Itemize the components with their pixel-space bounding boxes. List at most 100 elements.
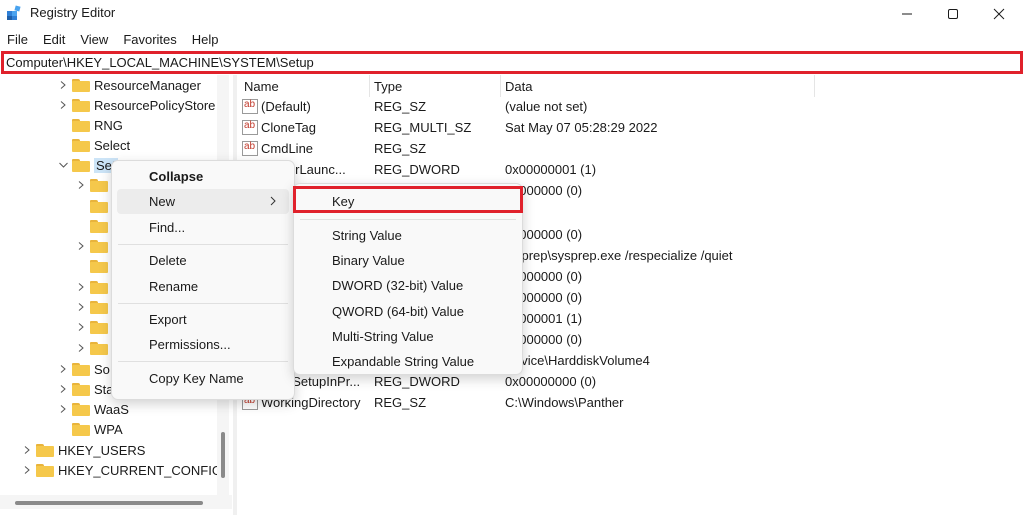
string-value-icon — [242, 99, 258, 114]
tree-item-setup-child[interactable] — [76, 175, 112, 195]
tree-horizontal-scroll-thumb[interactable] — [15, 501, 203, 505]
menu-item-dword-value[interactable]: DWORD (32-bit) Value — [299, 273, 517, 298]
column-divider[interactable] — [369, 75, 370, 97]
chevron-right-icon[interactable] — [76, 282, 86, 292]
menu-item-label: Export — [149, 312, 187, 327]
menu-item-collapse[interactable]: Collapse — [117, 164, 289, 189]
menu-favorites[interactable]: Favorites — [116, 29, 184, 51]
folder-icon — [90, 259, 108, 273]
string-value-icon — [242, 141, 258, 156]
menu-separator — [300, 219, 516, 220]
menu-item-label: Expandable String Value — [332, 354, 475, 369]
context-menu: Collapse New Find... Delete Rename Expor… — [111, 160, 295, 400]
menu-item-label: Rename — [149, 279, 199, 294]
chevron-right-icon[interactable] — [76, 302, 86, 312]
tree-item-resourcepolicystore[interactable]: ResourcePolicyStore — [58, 95, 215, 115]
menu-item-label: New — [149, 194, 176, 209]
menu-item-label: Delete — [149, 253, 187, 268]
folder-open-icon — [72, 158, 90, 172]
folder-icon — [90, 300, 108, 314]
table-row[interactable]: nSetupInPr... REG_DWORD 0x00000000 (0) — [238, 372, 1024, 392]
menu-item-binary-value[interactable]: Binary Value — [299, 248, 517, 273]
chevron-right-icon[interactable] — [58, 100, 68, 110]
column-header-type[interactable]: Type — [374, 79, 402, 94]
chevron-down-icon[interactable] — [58, 160, 68, 170]
table-row[interactable]: (Default) REG_SZ (value not set) — [238, 97, 1024, 117]
column-divider[interactable] — [500, 75, 501, 97]
menu-item-expandable-string-value[interactable]: Expandable String Value — [299, 349, 517, 374]
menu-item-copy-key-name[interactable]: Copy Key Name — [117, 366, 289, 391]
table-row[interactable]: CmdLine REG_SZ — [238, 139, 1024, 159]
column-divider[interactable] — [814, 75, 815, 97]
chevron-right-icon[interactable] — [76, 343, 86, 353]
address-bar[interactable]: Computer\HKEY_LOCAL_MACHINE\SYSTEM\Setup — [1, 51, 1023, 74]
tree-item-setup-child[interactable] — [90, 256, 112, 276]
menu-separator — [118, 244, 288, 245]
menu-item-qword-value[interactable]: QWORD (64-bit) Value — [299, 299, 517, 324]
menu-help[interactable]: Help — [185, 29, 227, 51]
folder-icon — [72, 382, 90, 396]
maximize-button[interactable] — [930, 0, 976, 28]
folder-icon — [90, 199, 108, 213]
tree-item-setup-child[interactable] — [76, 297, 112, 317]
table-row[interactable]: visorLaunc... REG_DWORD 0x00000001 (1) — [238, 160, 1024, 180]
tree-item-label: ResourcePolicyStore — [94, 97, 216, 113]
chevron-right-icon[interactable] — [22, 465, 32, 475]
tree-item-setup[interactable]: Set — [58, 155, 118, 175]
column-header-name[interactable]: Name — [244, 79, 279, 94]
value-data: Sat May 07 05:28:29 2022 — [505, 120, 658, 135]
value-type: REG_DWORD — [374, 162, 460, 177]
tree-item-software[interactable]: So — [58, 359, 110, 379]
tree-item-setup-child[interactable] — [76, 236, 112, 256]
menu-item-export[interactable]: Export — [117, 307, 289, 332]
tree-item-waas[interactable]: WaaS — [58, 399, 129, 419]
tree-item-setup-child[interactable] — [90, 196, 112, 216]
value-type: REG_SZ — [374, 395, 427, 410]
tree-item-setup-child[interactable] — [76, 277, 112, 297]
tree-item-rng[interactable]: RNG — [72, 115, 123, 135]
menu-view[interactable]: View — [73, 29, 116, 51]
tree-item-setup-child[interactable] — [76, 338, 112, 358]
menu-item-label: Collapse — [149, 169, 204, 184]
chevron-right-icon[interactable] — [58, 364, 68, 374]
column-header-data[interactable]: Data — [505, 79, 532, 94]
menu-item-find[interactable]: Find... — [117, 215, 289, 240]
menu-item-permissions[interactable]: Permissions... — [117, 332, 289, 357]
tree-item-label: So — [94, 361, 110, 377]
chevron-right-icon[interactable] — [76, 180, 86, 190]
tree-item-state[interactable]: Stat — [58, 379, 117, 399]
menu-item-delete[interactable]: Delete — [117, 248, 289, 273]
tree-item-hkey-users[interactable]: HKEY_USERS — [22, 440, 145, 460]
menu-item-rename[interactable]: Rename — [117, 274, 289, 299]
tree-vertical-scroll-thumb[interactable] — [221, 432, 225, 478]
chevron-right-icon[interactable] — [76, 241, 86, 251]
minimize-button[interactable] — [884, 0, 930, 28]
menu-item-string-value[interactable]: String Value — [299, 223, 517, 248]
folder-icon — [90, 239, 108, 253]
close-button[interactable] — [976, 0, 1022, 28]
menu-file[interactable]: File — [0, 29, 36, 51]
chevron-right-icon[interactable] — [58, 384, 68, 394]
table-row[interactable]: WorkingDirectory REG_SZ C:\Windows\Panth… — [238, 393, 1024, 413]
value-name: CmdLine — [261, 141, 314, 156]
tree-item-resourcemanager[interactable]: ResourceManager — [58, 75, 201, 95]
tree-item-wpa[interactable]: WPA — [72, 419, 123, 439]
tree-item-setup-child[interactable] — [90, 216, 112, 236]
chevron-right-icon[interactable] — [76, 322, 86, 332]
chevron-right-icon[interactable] — [58, 80, 68, 90]
tree-item-setup-child[interactable] — [76, 317, 112, 337]
tree-item-hkey-current-config[interactable]: HKEY_CURRENT_CONFIG — [22, 460, 222, 480]
address-path: Computer\HKEY_LOCAL_MACHINE\SYSTEM\Setup — [6, 55, 314, 70]
tree-item-select[interactable]: Select — [72, 135, 130, 155]
folder-icon — [90, 320, 108, 334]
value-data: evice\HarddiskVolume4 — [514, 353, 650, 368]
table-row[interactable]: CloneTag REG_MULTI_SZ Sat May 07 05:28:2… — [238, 118, 1024, 138]
menu-edit[interactable]: Edit — [36, 29, 73, 51]
chevron-right-icon[interactable] — [22, 445, 32, 455]
value-data: sprep\sysprep.exe /respecialize /quiet — [515, 248, 733, 263]
menu-item-multi-string-value[interactable]: Multi-String Value — [299, 324, 517, 349]
menu-item-new[interactable]: New — [117, 189, 289, 214]
chevron-right-icon[interactable] — [58, 404, 68, 414]
close-icon — [993, 8, 1005, 20]
value-type: REG_MULTI_SZ — [374, 120, 472, 135]
